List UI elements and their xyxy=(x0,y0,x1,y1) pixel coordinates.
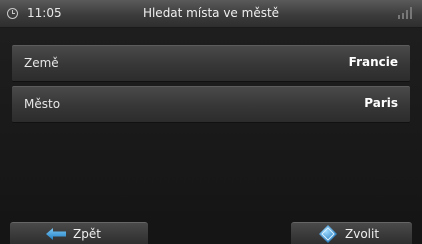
city-label: Město xyxy=(24,97,61,111)
country-label: Země xyxy=(24,56,59,70)
confirm-icon xyxy=(319,225,337,243)
city-value: Paris xyxy=(364,96,398,110)
back-arrow-icon xyxy=(46,228,66,240)
page-title: Hledat místa ve městě xyxy=(142,6,280,20)
city-field[interactable]: Město Paris xyxy=(12,86,410,123)
status-bar: 11:05 Hledat místa ve městě xyxy=(0,0,422,28)
back-button-label: Zpět xyxy=(73,227,101,241)
confirm-button-label: Zvolit xyxy=(345,227,380,241)
signal-icon xyxy=(398,7,412,19)
confirm-button[interactable]: Zvolit xyxy=(291,222,412,244)
country-field[interactable]: Země Francie xyxy=(12,45,410,82)
country-value: Francie xyxy=(348,55,398,69)
back-button[interactable]: Zpět xyxy=(10,222,148,244)
